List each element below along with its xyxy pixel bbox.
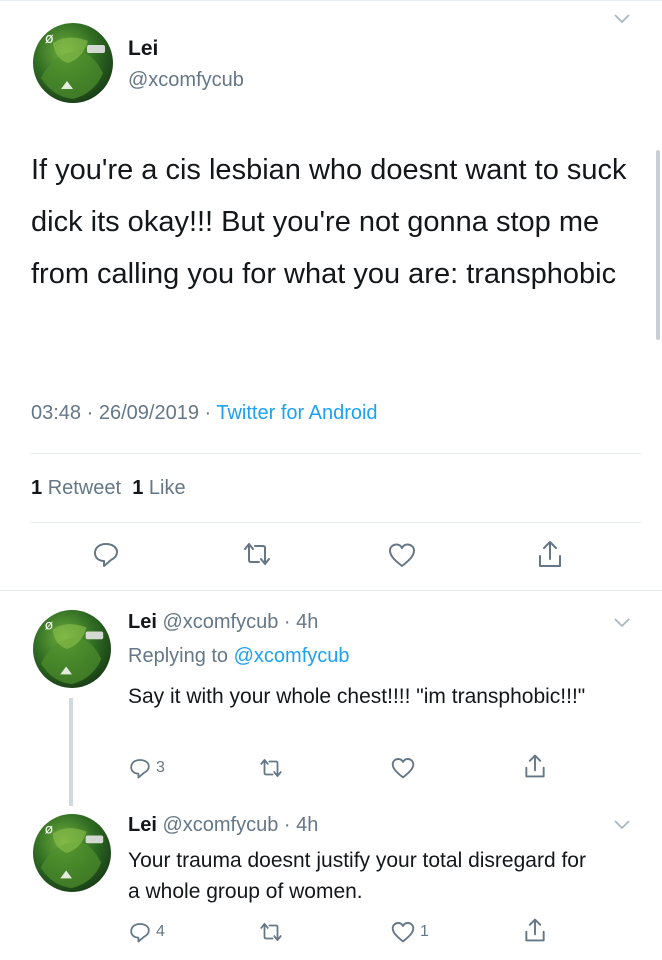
tweet-source-link[interactable]: Twitter for Android: [216, 402, 377, 424]
reply-icon[interactable]: [91, 539, 121, 569]
reply-text: Your trauma doesnt justify your total di…: [128, 849, 586, 903]
like-icon[interactable]: [390, 920, 416, 944]
retweets-label: Retweet: [47, 477, 122, 499]
avatar[interactable]: ø: [33, 610, 111, 688]
reply-icon[interactable]: [128, 920, 152, 944]
share-icon[interactable]: [522, 916, 548, 944]
divider: [0, 590, 662, 591]
thread-line: [69, 698, 73, 806]
divider: [31, 453, 641, 454]
replying-to: Replying to @xcomfycub: [128, 645, 350, 668]
avatar-image: ø: [41, 31, 105, 99]
reply-text: Say it with your whole chest!!!! "im tra…: [128, 685, 586, 708]
svg-text:ø: ø: [45, 618, 53, 634]
avatar-image: ø: [40, 822, 104, 889]
share-icon[interactable]: [522, 752, 548, 780]
meta-separator: ·: [81, 402, 99, 424]
tweet-meta: 03:48 · 26/09/2019 · Twitter for Android: [31, 402, 378, 425]
likes-label: Like: [148, 477, 186, 499]
like-count: 1: [420, 923, 429, 940]
replying-to-handle[interactable]: @xcomfycub: [234, 645, 350, 667]
avatar[interactable]: ø: [33, 23, 113, 103]
tweet-text: If you're a cis lesbian who doesnt want …: [31, 154, 627, 290]
tweet-stats: 1 Retweet 1 Like: [31, 477, 186, 500]
handle[interactable]: @xcomfycub: [162, 611, 278, 633]
time-separator: ·: [278, 611, 297, 633]
top-divider: [0, 0, 662, 1]
retweet-icon[interactable]: [258, 756, 284, 780]
svg-text:ø: ø: [45, 822, 53, 838]
avatar-image: ø: [40, 618, 104, 685]
chevron-down-icon[interactable]: [612, 616, 632, 635]
retweet-icon[interactable]: [258, 920, 284, 944]
reply-count: 3: [156, 759, 165, 776]
like-icon[interactable]: [387, 541, 417, 569]
tweet-time: 03:48: [31, 402, 82, 424]
share-icon[interactable]: [535, 538, 565, 570]
display-name[interactable]: Lei: [128, 611, 157, 633]
divider: [31, 522, 641, 523]
time-separator: ·: [278, 814, 297, 836]
reply-icon[interactable]: [128, 756, 152, 780]
meta-separator: ·: [198, 402, 217, 424]
avatar[interactable]: ø: [33, 814, 111, 892]
reply-time[interactable]: 4h: [296, 814, 318, 836]
svg-text:ø: ø: [45, 31, 54, 47]
chevron-down-icon[interactable]: [612, 12, 632, 31]
handle[interactable]: @xcomfycub: [128, 69, 244, 92]
like-icon[interactable]: [390, 756, 416, 780]
reply-time[interactable]: 4h: [296, 611, 318, 633]
handle[interactable]: @xcomfycub: [162, 814, 278, 836]
retweets-stat[interactable]: 1 Retweet: [31, 477, 121, 499]
replying-to-label: Replying to: [128, 645, 229, 667]
likes-count: 1: [132, 477, 144, 499]
display-name[interactable]: Lei: [128, 814, 157, 836]
retweets-count: 1: [31, 477, 43, 499]
reply-header: Lei @xcomfycub · 4h: [128, 814, 318, 837]
chevron-down-icon[interactable]: [612, 818, 632, 837]
likes-stat[interactable]: 1 Like: [132, 477, 185, 499]
reply-header: Lei @xcomfycub · 4h: [128, 611, 318, 634]
scrollbar[interactable]: [656, 150, 660, 340]
reply-count: 4: [156, 923, 165, 940]
retweet-icon[interactable]: [241, 540, 273, 568]
display-name[interactable]: Lei: [128, 37, 158, 61]
tweet-date: 26/09/2019: [98, 402, 199, 424]
